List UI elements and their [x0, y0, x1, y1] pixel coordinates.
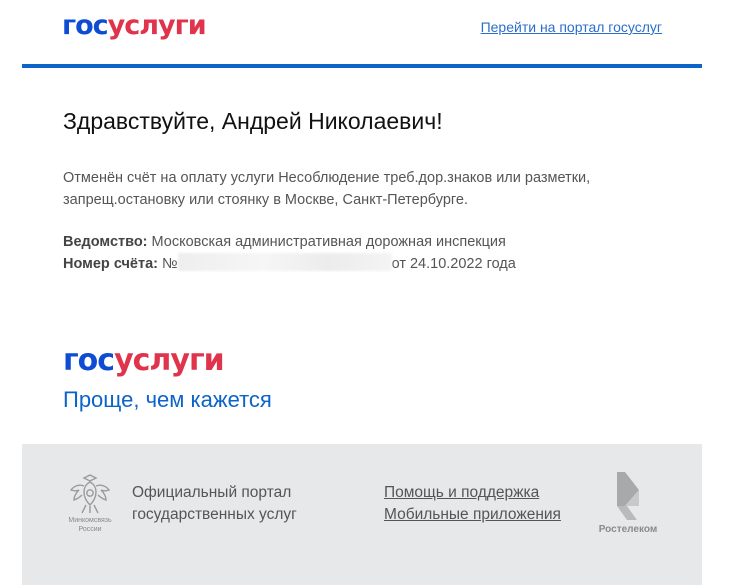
email-footer: Минкомсвязь России Официальный портал го…: [22, 444, 702, 585]
emblem-caption-1: Минкомсвязь: [68, 517, 112, 524]
promo-logo-part-gos: гос: [63, 343, 115, 378]
promo-logo-part-uslugi: услуги: [114, 343, 225, 378]
invoice-date: от 24.10.2022 года: [391, 256, 516, 272]
redacted-invoice-number: [177, 253, 392, 271]
invoice-label: Номер счёта:: [63, 256, 158, 272]
ministry-emblem: Минкомсвязь России: [62, 472, 118, 534]
department-value: Московская административная дорожная инс…: [151, 234, 506, 250]
official-line-1: Официальный портал: [132, 484, 292, 501]
invoice-row: Номер счёта: № от 24.10.2022 года: [63, 253, 516, 275]
department-label: Ведомство:: [63, 234, 148, 250]
gosuslugi-logo[interactable]: госуслуги: [62, 10, 207, 41]
logo-part-uslugi: услуги: [107, 10, 207, 41]
official-portal-text: Официальный портал государственных услуг: [132, 482, 297, 526]
invoice-details: Ведомство: Московская административная д…: [63, 231, 516, 275]
rostelecom-logo-icon: [617, 472, 639, 520]
promo-gosuslugi-logo[interactable]: госуслуги: [63, 343, 225, 378]
go-to-portal-link[interactable]: Перейти на портал госуслуг: [481, 19, 662, 35]
header-divider: [22, 64, 702, 68]
greeting-heading: Здравствуйте, Андрей Николаевич!: [63, 108, 443, 134]
rostelecom-logo[interactable]: Ростелеком: [588, 472, 668, 535]
coat-of-arms-icon: [69, 474, 111, 514]
official-line-2: государственных услуг: [132, 506, 297, 523]
promo-slogan: Проще, чем кажется: [63, 387, 272, 412]
rostelecom-caption: Ростелеком: [598, 524, 658, 535]
invoice-prefix: №: [162, 256, 178, 272]
emblem-caption-2: России: [78, 526, 102, 533]
mobile-apps-link[interactable]: Мобильные приложения: [384, 504, 561, 526]
cancellation-message: Отменён счёт на оплату услуги Несоблюден…: [63, 170, 591, 208]
department-row: Ведомство: Московская административная д…: [63, 231, 516, 253]
logo-part-gos: гос: [62, 10, 109, 41]
email-header: госуслуги Перейти на портал госуслуг: [22, 0, 702, 68]
footer-links: Помощь и поддержка Мобильные приложения: [384, 482, 561, 526]
help-support-link[interactable]: Помощь и поддержка: [384, 482, 561, 504]
